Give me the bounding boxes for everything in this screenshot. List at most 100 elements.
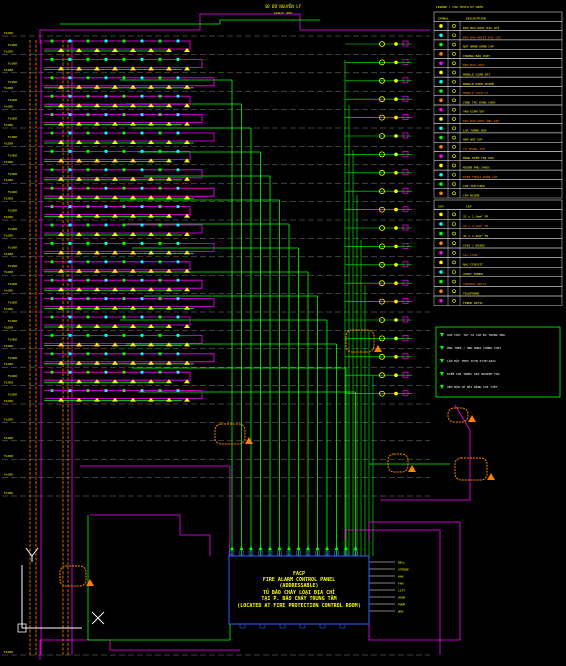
smoke-detector-icon: [122, 168, 126, 172]
legend-row-text: CÁP TÍN HIỆU: [463, 183, 485, 188]
connector-arrow-icon: [287, 546, 291, 550]
floor-label: FLOOR: [4, 49, 13, 53]
legend-symbol-icon: [452, 154, 456, 158]
legend-row-text: TELEPHONE: [463, 291, 479, 295]
legend-row-text: CÔNG TẮC DÒNG CHẢY: [463, 99, 496, 104]
floor-tag: FLOOR: [8, 61, 17, 65]
smoke-detector-icon: [50, 149, 54, 153]
floor-tag: FLOOR: [8, 245, 17, 249]
legend-symbol-icon: [439, 241, 443, 245]
module-icon: [402, 40, 409, 47]
floor-tag: FLOOR: [8, 374, 17, 378]
smoke-detector-icon: [104, 333, 108, 337]
legend-symbol-icon: [439, 251, 443, 255]
smoke-detector-icon: [140, 57, 144, 62]
smoke-detector-icon: [104, 76, 108, 80]
panel-output-label: LIFT: [398, 589, 405, 593]
smoke-detector-icon: [122, 241, 126, 245]
floor-label: FLOOR: [4, 491, 13, 495]
smoke-detector-icon: [68, 333, 72, 337]
module-icon: [402, 371, 409, 378]
module-icon: [402, 261, 409, 268]
smoke-detector-icon: [86, 168, 90, 172]
panel-line-4: TỦ BÁO CHÁY LOẠI ĐỊA CHỈ: [263, 588, 335, 596]
smoke-detector-icon: [68, 370, 72, 374]
floor-tag: FLOOR: [8, 43, 17, 47]
equipment-group-icon: [345, 329, 375, 353]
smoke-detector-icon: [68, 297, 72, 301]
legend-symbol-icon: [439, 260, 443, 265]
module-icon: [402, 132, 409, 139]
module-icon: [402, 353, 409, 360]
floor-label: FLOOR: [4, 399, 13, 403]
legend-row-text: LOA THÔNG BÁO: [463, 127, 487, 132]
smoke-detector-icon: [50, 370, 54, 374]
smoke-detector-icon: [86, 57, 90, 62]
module-icon: [402, 316, 409, 323]
smoke-detector-icon: [50, 76, 54, 80]
module-icon: [402, 59, 409, 65]
lower-loop-2: [90, 514, 211, 556]
legend-row: [433, 286, 563, 297]
panel-output-label: DOOR: [398, 596, 405, 600]
legend-symbol-icon: [439, 117, 443, 121]
legend-row-text: FIBER OPTIC: [463, 301, 483, 305]
smoke-detector-icon: [104, 260, 108, 264]
smoke-detector-icon: [140, 113, 144, 117]
strobe-icon: [394, 115, 398, 120]
smoke-detector-icon: [86, 370, 90, 374]
smoke-detector-icon: [104, 94, 108, 98]
legend-symbol-icon: [452, 52, 456, 56]
top-loop-green: [60, 19, 320, 25]
smoke-detector-icon: [176, 352, 180, 356]
floor-label: FLOOR: [4, 436, 13, 440]
connector-arrow-icon: [277, 546, 282, 550]
smoke-detector-icon: [104, 352, 108, 356]
smoke-detector-icon: [122, 260, 126, 264]
legend-row-text: NGUỒN PHỤ 24VDC: [463, 165, 490, 170]
smoke-detector-icon: [122, 94, 126, 98]
legend-header-row: [433, 199, 563, 210]
smoke-detector-icon: [68, 57, 72, 62]
smoke-detector-icon: [104, 241, 108, 245]
warning-triangle-icon: [245, 437, 253, 444]
smoke-detector-icon: [140, 297, 144, 301]
panel-output-label: STROBE: [398, 568, 409, 572]
legend-symbol-icon: [452, 298, 456, 303]
legend-symbol-icon: [452, 163, 456, 168]
floor-label: FLOOR: [4, 31, 13, 35]
warning-triangle-icon: [86, 579, 94, 586]
smoke-detector-icon: [68, 205, 72, 209]
legend-row-text: NÚT NHẤN KHẨN CẤP: [463, 44, 494, 49]
legend-row-text: CONTROL RELAY: [463, 282, 487, 286]
smoke-detector-icon: [50, 223, 54, 227]
smoke-detector-icon: [50, 57, 54, 62]
strobe-icon: [394, 318, 398, 322]
legend-row-text: ĐIỆN THOẠI KHẨN CẤP: [463, 174, 498, 179]
smoke-detector-icon: [122, 352, 126, 356]
facp-panel[interactable]: FACP FIRE ALARM CONTROL PANEL (ADDRESSAB…: [228, 555, 370, 625]
floor-label: FLOOR: [4, 233, 13, 237]
legend-symbol-icon: [452, 61, 456, 65]
smoke-detector-icon: [176, 370, 180, 374]
smoke-detector-icon: [86, 205, 90, 209]
smoke-detector-icon: [158, 370, 162, 374]
floor-label: FLOOR: [4, 252, 13, 256]
legend-row: [433, 179, 563, 189]
legend-note-text: ỐNG THÉP / ỐNG NHỰA CHỐNG CHÁY: [447, 345, 501, 350]
legend-symbol-icon: [439, 70, 443, 75]
strobe-icon: [394, 171, 398, 175]
smoke-detector-icon: [104, 168, 108, 172]
note-bullet-icon: [440, 333, 444, 337]
smoke-detector-icon: [140, 315, 144, 319]
strobe-icon: [394, 152, 398, 157]
smoke-detector-icon: [158, 168, 162, 172]
smoke-detector-icon: [158, 76, 162, 80]
smoke-detector-icon: [50, 278, 54, 282]
smoke-detector-icon: [140, 186, 144, 190]
smoke-detector-icon: [140, 94, 144, 98]
smoke-detector-icon: [86, 297, 90, 301]
smoke-detector-icon: [176, 205, 180, 209]
terminal-icon: [299, 623, 306, 629]
smoke-detector-icon: [158, 94, 162, 98]
